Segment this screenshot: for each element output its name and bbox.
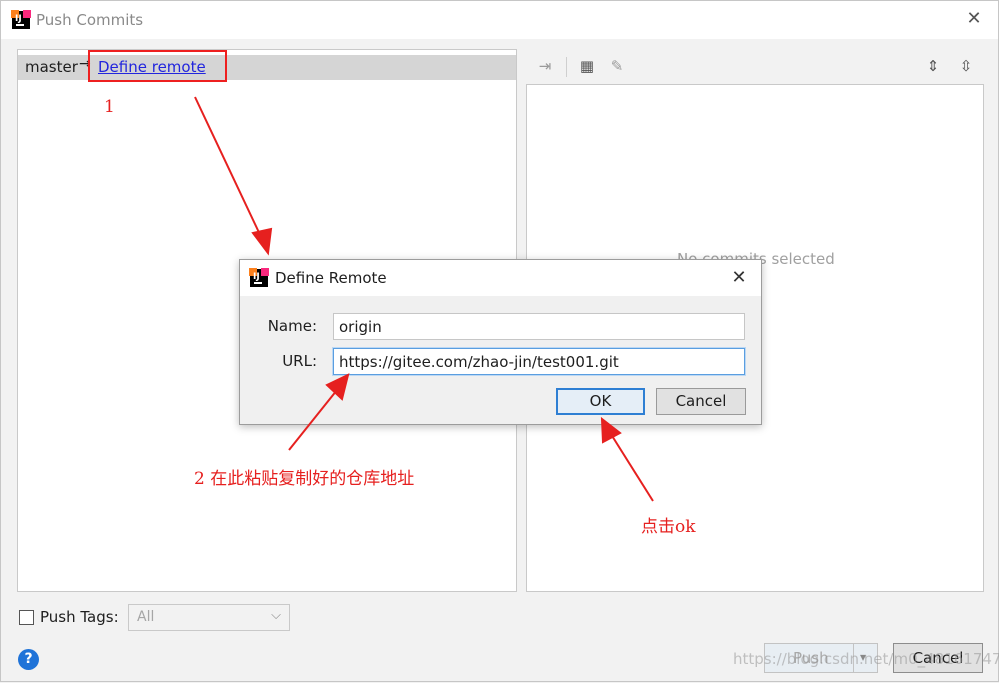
tags-select-value: All [137, 609, 155, 625]
url-label: URL: [282, 352, 317, 370]
chevron-down-icon: ⌵ [271, 608, 281, 623]
expand-all-icon[interactable]: ⇕ [922, 55, 944, 77]
intellij-app-icon: IJ [249, 268, 269, 287]
name-field[interactable] [333, 313, 745, 340]
tags-select[interactable]: All ⌵ [128, 604, 290, 631]
annotation-step-2: 2 在此粘贴复制好的仓库地址 [194, 469, 415, 489]
title-bar: IJ Push Commits ✕ [1, 1, 998, 39]
close-icon[interactable]: ✕ [729, 267, 749, 288]
toolbar-divider [566, 57, 567, 77]
define-remote-dialog: IJ Define Remote ✕ Name: URL: OK Cancel [239, 259, 762, 425]
window-title: Push Commits [36, 11, 144, 29]
push-tags-label: Push Tags: [40, 608, 119, 626]
watermark-text: https://blog.csdn.net/m0_48161747 [733, 650, 999, 668]
collapse-all-icon[interactable]: ⇳ [955, 55, 977, 77]
annotation-step-1: 1 [104, 97, 115, 117]
annotation-highlight-box [88, 50, 227, 82]
name-label: Name: [267, 317, 317, 335]
push-commits-window: IJ Push Commits ✕ master → Define remote… [0, 0, 999, 682]
details-toolbar: ⇥ ▦ ✎ ⇕ ⇳ [526, 49, 984, 83]
branch-name: master [25, 58, 78, 76]
url-field[interactable] [333, 348, 745, 375]
close-icon[interactable]: ✕ [964, 9, 984, 29]
help-icon[interactable]: ? [18, 649, 39, 670]
edit-icon[interactable]: ✎ [606, 55, 628, 77]
push-tags-checkbox[interactable] [19, 610, 34, 625]
group-by-icon[interactable]: ▦ [576, 55, 598, 77]
ok-button[interactable]: OK [556, 388, 645, 415]
dialog-cancel-button[interactable]: Cancel [656, 388, 746, 415]
annotation-step-3: 点击ok [641, 517, 696, 537]
dialog-title: Define Remote [275, 269, 387, 287]
dialog-title-bar: IJ Define Remote ✕ [240, 260, 761, 296]
intellij-app-icon: IJ [11, 10, 31, 29]
merge-icon[interactable]: ⇥ [534, 55, 556, 77]
